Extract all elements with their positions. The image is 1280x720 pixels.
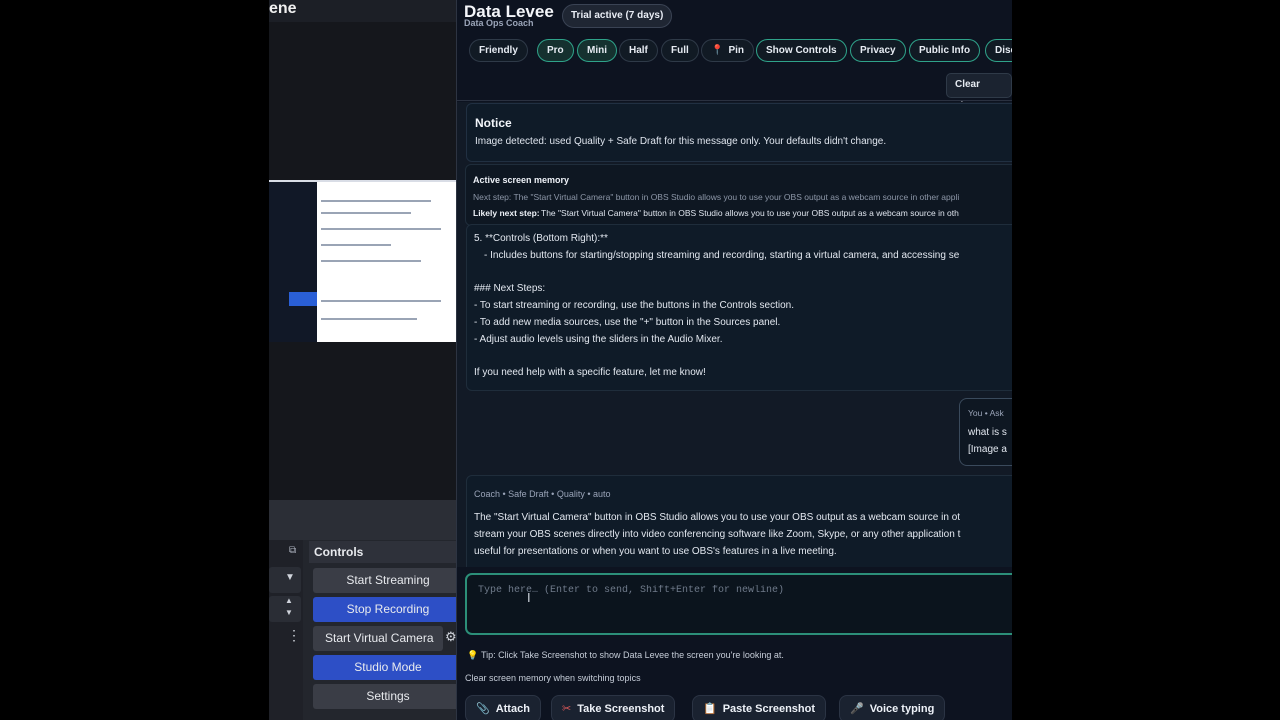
scissors-icon: ✂	[562, 703, 572, 715]
pill-show-controls[interactable]: Show Controls	[756, 39, 847, 62]
user-message-line: what is s	[968, 427, 1007, 438]
message-line: If you need help with a specific feature…	[474, 367, 706, 378]
pill-friendly[interactable]: Friendly	[469, 39, 528, 62]
start-streaming-button[interactable]: Start Streaming	[313, 568, 456, 593]
obs-dock-strip	[269, 500, 456, 540]
screen-memory-card: Active screen memory Next step: The "Sta…	[465, 164, 1012, 226]
paste-screenshot-button[interactable]: 📋 Paste Screenshot	[692, 695, 827, 720]
clear-chat-button[interactable]: Clear chat	[946, 73, 1012, 112]
trial-badge: Trial active (7 days)	[562, 4, 673, 28]
paperclip-icon: 📎	[476, 703, 490, 715]
studio-mode-button[interactable]: Studio Mode	[313, 655, 456, 680]
obs-scene-title: ene	[269, 0, 297, 17]
chevron-down-icon[interactable]: ▼	[285, 608, 293, 617]
message-line: - To start streaming or recording, use t…	[474, 300, 794, 311]
message-line: ### Next Steps:	[474, 283, 546, 294]
screen-memory-title: Active screen memory	[473, 175, 570, 185]
message-composer[interactable]	[465, 573, 1012, 635]
message-line: - Includes buttons for starting/stopping…	[484, 250, 960, 261]
pin-icon: 📍	[711, 45, 724, 56]
screen-memory-likely-label: Likely next step:	[473, 208, 540, 218]
undock-icon[interactable]: ⧉	[289, 545, 301, 557]
pill-pro[interactable]: Pro	[537, 39, 574, 62]
screen-memory-likely-text: The "Start Virtual Camera" button in OBS…	[541, 208, 959, 218]
voice-typing-button[interactable]: 🎤 Voice typing	[839, 695, 946, 720]
gear-icon[interactable]: ⚙	[445, 629, 456, 645]
attach-button[interactable]: 📎 Attach	[465, 695, 541, 720]
message-line: 5. **Controls (Bottom Right):**	[474, 233, 608, 244]
message-line: The "Start Virtual Camera" button in OBS…	[474, 512, 961, 523]
user-message: You • Ask what is s [Image a	[959, 398, 1012, 466]
chat-log[interactable]: Notice Image detected: used Quality + Sa…	[457, 102, 1012, 567]
message-input[interactable]	[476, 584, 1010, 597]
obs-controls-header: Controls	[309, 541, 456, 563]
pill-pin[interactable]: 📍 Pin	[701, 39, 755, 62]
app-subtitle: Data Ops Coach	[464, 18, 534, 28]
obs-preview-thumbnail	[269, 180, 456, 342]
header-divider	[457, 100, 1012, 101]
obs-window: ene ⧉ Controls ▼ ▲ ▼ ⋮ Start Streaming S…	[269, 0, 456, 720]
obs-dropdown[interactable]: ▼	[269, 567, 301, 593]
user-message-line: [Image a	[968, 444, 1007, 455]
notice-card: Notice Image detected: used Quality + Sa…	[466, 103, 1012, 162]
message-line: - To add new media sources, use the "+" …	[474, 317, 781, 328]
microphone-icon: 🎤	[850, 703, 864, 715]
stop-recording-button[interactable]: Stop Recording	[313, 597, 456, 622]
coach-message: Coach • Safe Draft • Quality • auto The …	[466, 475, 1012, 567]
clipboard-icon: 📋	[703, 703, 717, 715]
pill-half[interactable]: Half	[619, 39, 658, 62]
screen-memory-next-step: Next step: The "Start Virtual Camera" bu…	[473, 192, 960, 202]
notice-body: Image detected: used Quality + Safe Draf…	[475, 136, 887, 147]
settings-button[interactable]: Settings	[313, 684, 456, 709]
notice-title: Notice	[475, 116, 512, 130]
pill-public-info[interactable]: Public Info	[909, 39, 981, 62]
data-levee-panel: Data Levee Data Ops Coach Trial active (…	[456, 0, 1012, 720]
message-line: stream your OBS scenes directly into vid…	[474, 529, 961, 540]
more-options-icon[interactable]: ⋮	[287, 627, 301, 644]
message-line: - Adjust audio levels using the sliders …	[474, 334, 723, 345]
clear-memory-link[interactable]: Clear screen memory when switching topic…	[465, 673, 641, 683]
start-virtual-camera-button[interactable]: Start Virtual Camera	[313, 626, 443, 651]
pill-privacy[interactable]: Privacy	[850, 39, 906, 62]
pill-disc[interactable]: Disc	[985, 39, 1012, 62]
pill-full[interactable]: Full	[661, 39, 699, 62]
coach-message: 5. **Controls (Bottom Right):** - Includ…	[466, 224, 1012, 391]
obs-stepper[interactable]: ▲ ▼	[269, 596, 301, 622]
take-screenshot-button[interactable]: ✂ Take Screenshot	[551, 695, 676, 720]
pill-mini[interactable]: Mini	[577, 39, 617, 62]
chevron-up-icon[interactable]: ▲	[285, 596, 293, 605]
chevron-down-icon: ▼	[285, 572, 295, 583]
message-line: useful for presentations or when you wan…	[474, 546, 837, 557]
coach-message-meta: Coach • Safe Draft • Quality • auto	[474, 489, 611, 499]
lightbulb-icon: 💡	[467, 650, 479, 660]
user-message-meta: You • Ask	[968, 408, 1004, 418]
text-cursor-icon: I	[527, 590, 531, 605]
tip-text: Tip: Click Take Screenshot to show Data …	[481, 650, 784, 660]
